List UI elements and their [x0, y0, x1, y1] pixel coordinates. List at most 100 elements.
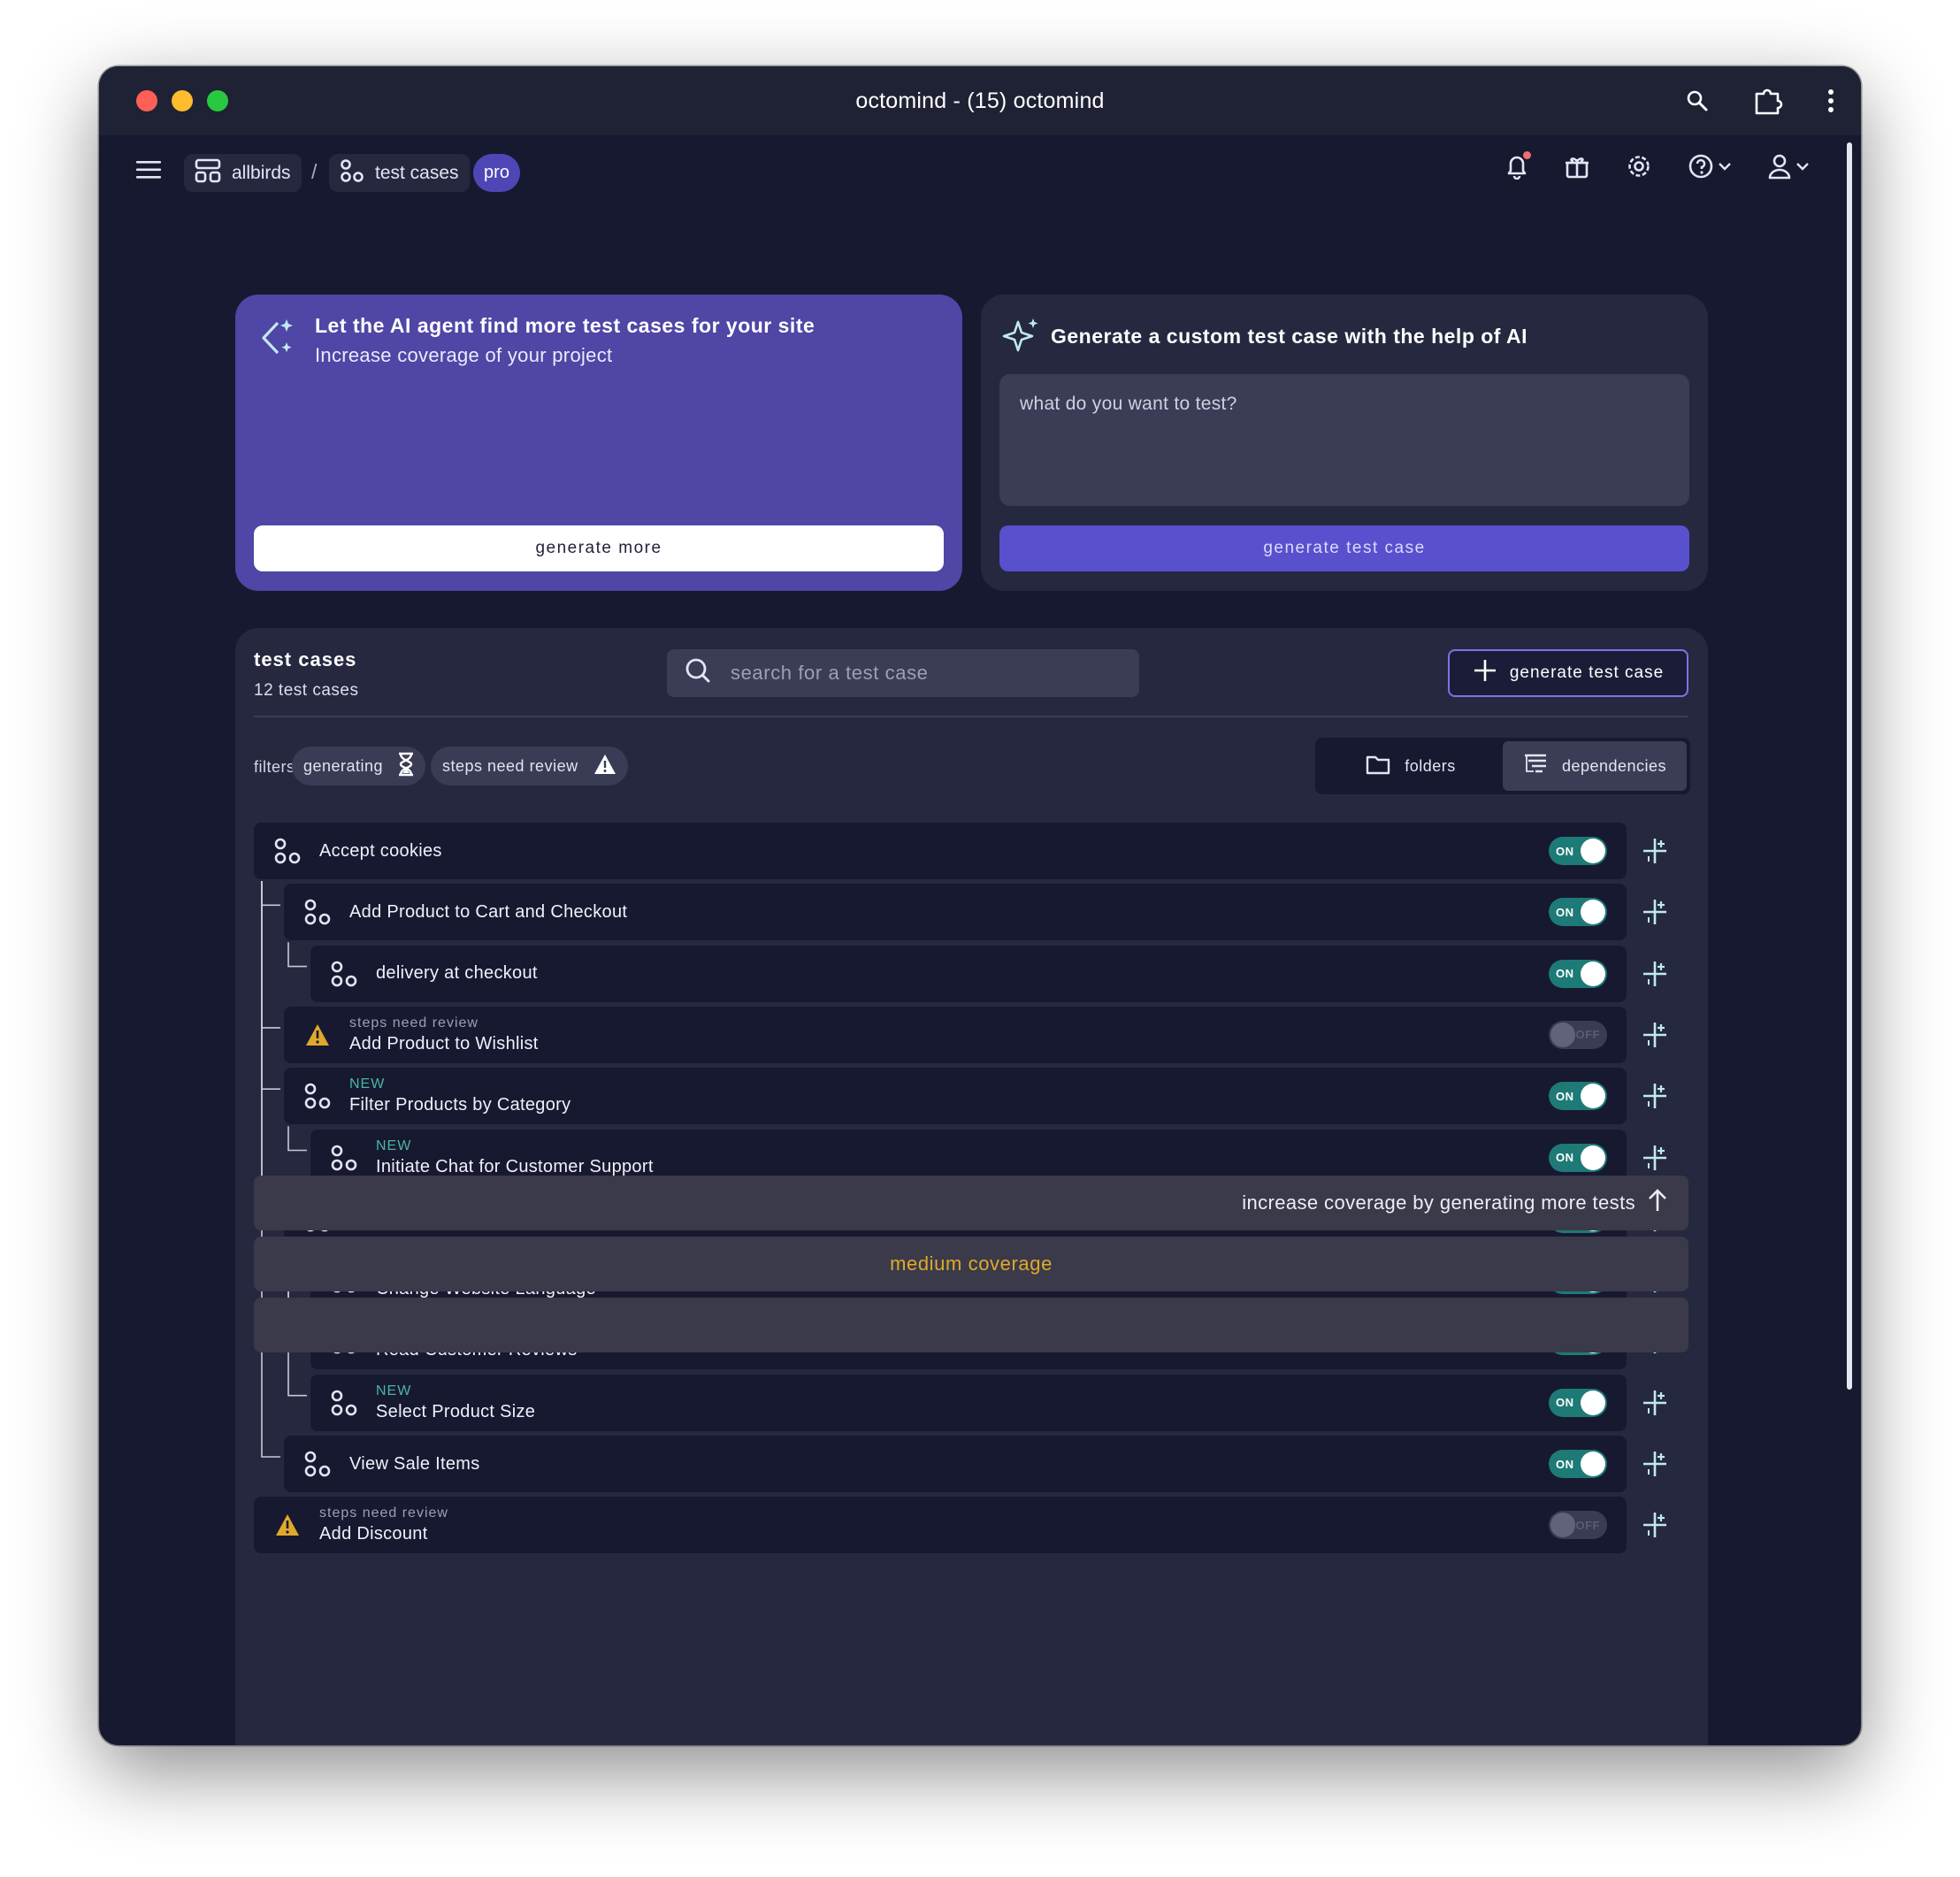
test-case-icon	[330, 1144, 358, 1172]
extension-icon[interactable]	[1753, 87, 1783, 115]
new-tag: NEW	[349, 1076, 386, 1092]
breadcrumb-page-label: test cases	[375, 162, 459, 183]
test-case-row[interactable]: steps need review Add Product to Wishlist…	[284, 1006, 1627, 1063]
search-input[interactable]: search for a test case	[667, 649, 1139, 697]
coverage-level: medium coverage	[254, 1237, 1688, 1291]
bell-icon[interactable]	[1505, 151, 1531, 180]
close-window-button[interactable]	[136, 90, 157, 111]
divider	[254, 716, 1688, 717]
generate-test-case-button[interactable]: generate test case	[999, 525, 1689, 571]
kebab-icon[interactable]	[1827, 88, 1834, 113]
search-placeholder: search for a test case	[731, 662, 929, 684]
tree-connector	[287, 942, 307, 968]
increase-coverage-button[interactable]: increase coverage by generating more tes…	[254, 1176, 1688, 1230]
toggle-knob	[1581, 961, 1605, 986]
test-case-label: Add Product to Cart and Checkout	[349, 902, 627, 923]
test-case-label: Accept cookies	[319, 841, 442, 862]
review-tag: steps need review	[349, 1015, 479, 1030]
toggle-knob	[1581, 900, 1605, 925]
test-cases-panel: test cases 12 test cases search for a te…	[235, 628, 1708, 1745]
test-case-name: Filter Products by Category	[349, 1095, 571, 1115]
add-dependency-icon[interactable]	[1642, 1450, 1668, 1482]
view-dependencies-label: dependencies	[1561, 756, 1667, 775]
add-dependency-icon[interactable]	[1642, 1389, 1668, 1421]
toggle-text: ON	[1556, 1089, 1574, 1103]
tree-connector	[261, 881, 280, 1213]
enable-toggle[interactable]: ON	[1549, 837, 1607, 865]
arrow-up-icon	[1648, 1188, 1667, 1218]
toggle-text: ON	[1556, 967, 1574, 981]
warning-icon	[303, 1023, 332, 1047]
filter-generating-label: generating	[303, 756, 384, 775]
toggle-knob	[1581, 839, 1605, 863]
add-dependency-icon[interactable]	[1642, 960, 1668, 992]
toggle-knob	[1581, 1390, 1605, 1415]
search-icon	[685, 657, 711, 689]
view-dependencies-tab[interactable]: dependencies	[1503, 741, 1687, 791]
filter-generating[interactable]: generating	[292, 747, 426, 785]
test-case-icon	[330, 960, 358, 988]
filter-steps-need-review[interactable]: steps need review	[431, 747, 628, 785]
hourglass-icon	[397, 752, 415, 781]
test-case-label: NEW Select Product Size	[376, 1383, 535, 1422]
toggle-text: ON	[1556, 1151, 1574, 1164]
toggle-knob	[1581, 1452, 1605, 1476]
toggle-text: OFF	[1575, 1518, 1600, 1532]
view-folders-tab[interactable]: folders	[1319, 741, 1503, 791]
warning-icon	[593, 753, 617, 780]
enable-toggle[interactable]: ON	[1549, 898, 1607, 927]
test-case-row[interactable]: Accept cookies ON	[254, 823, 1627, 879]
enable-toggle[interactable]: OFF	[1549, 1511, 1607, 1540]
scrollbar[interactable]	[1847, 142, 1852, 1390]
ai-agent-icon	[255, 316, 299, 364]
filter-review-label: steps need review	[442, 756, 578, 775]
search-icon[interactable]	[1686, 89, 1709, 112]
test-prompt-input[interactable]: what do you want to test?	[999, 374, 1689, 506]
breadcrumb-page[interactable]: test cases	[329, 154, 470, 192]
add-dependency-icon[interactable]	[1642, 1082, 1668, 1115]
project-icon	[195, 158, 221, 188]
test-case-row[interactable]: NEW Select Product Size ON	[310, 1374, 1627, 1431]
generate-test-case-outline-button[interactable]: generate test case	[1448, 649, 1688, 697]
test-case-row[interactable]: Add Product to Cart and Checkout ON	[284, 884, 1627, 941]
increase-coverage-label: increase coverage by generating more tes…	[1242, 1191, 1635, 1214]
enable-toggle[interactable]: ON	[1549, 1143, 1607, 1172]
generate-more-button[interactable]: generate more	[254, 525, 944, 571]
add-dependency-icon[interactable]	[1642, 1511, 1668, 1544]
test-case-row[interactable]: delivery at checkout ON	[310, 945, 1627, 1002]
enable-toggle[interactable]: ON	[1549, 1388, 1607, 1417]
test-case-row[interactable]: NEW Filter Products by Category ON	[284, 1068, 1627, 1125]
test-case-label: steps need review Add Product to Wishlist	[349, 1015, 539, 1054]
ai-card-subtitle: Increase coverage of your project	[315, 344, 613, 366]
tree-connector	[261, 881, 280, 1458]
add-dependency-icon[interactable]	[1642, 1144, 1668, 1176]
plus-icon	[1473, 658, 1497, 688]
user-icon[interactable]	[1767, 153, 1810, 180]
warning-icon	[273, 1513, 302, 1537]
add-dependency-icon[interactable]	[1642, 837, 1668, 870]
gear-icon[interactable]	[1626, 153, 1652, 180]
test-case-row[interactable]: steps need review Add Discount OFF	[254, 1497, 1627, 1554]
enable-toggle[interactable]: ON	[1549, 959, 1607, 988]
enable-toggle[interactable]: ON	[1549, 1450, 1607, 1478]
test-case-row[interactable]: View Sale Items ON	[284, 1436, 1627, 1492]
minimize-window-button[interactable]	[172, 90, 193, 111]
toggle-text: ON	[1556, 844, 1574, 858]
add-dependency-icon[interactable]	[1642, 1021, 1668, 1053]
test-case-name: Accept cookies	[319, 840, 442, 861]
dependencies-icon	[1523, 753, 1548, 780]
chevron-down-icon	[1796, 163, 1809, 171]
test-case-name: Add Product to Cart and Checkout	[349, 901, 628, 922]
enable-toggle[interactable]: ON	[1549, 1082, 1607, 1111]
test-case-name: Initiate Chat for Customer Support	[376, 1156, 654, 1176]
folder-icon	[1366, 754, 1390, 779]
menu-icon[interactable]	[136, 160, 161, 184]
gift-icon[interactable]	[1564, 153, 1590, 180]
coverage-placeholder	[254, 1298, 1688, 1352]
maximize-window-button[interactable]	[207, 90, 228, 111]
enable-toggle[interactable]: OFF	[1549, 1020, 1607, 1049]
notification-dot	[1523, 151, 1531, 159]
breadcrumb-project[interactable]: allbirds	[184, 154, 302, 192]
add-dependency-icon[interactable]	[1642, 898, 1668, 931]
help-icon[interactable]	[1688, 153, 1732, 180]
